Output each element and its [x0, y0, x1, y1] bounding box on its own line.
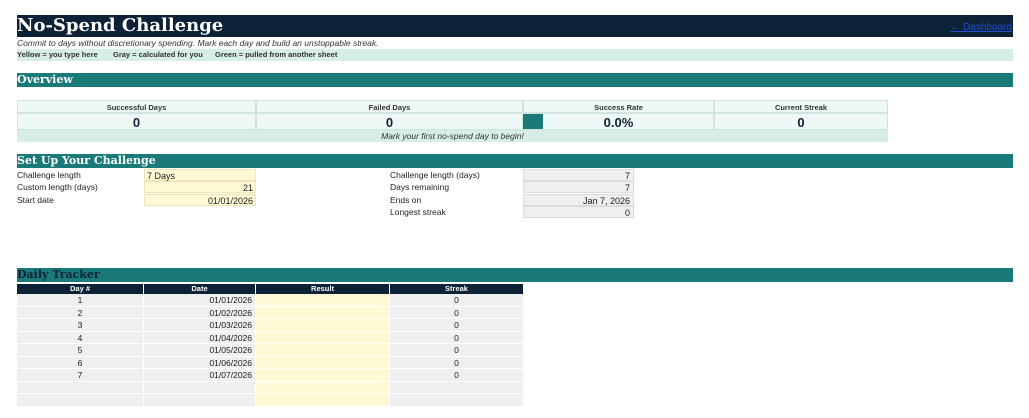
day-cell: 5	[17, 344, 144, 357]
kpi-label-success-rate: Success Rate	[523, 100, 714, 113]
tracker-section-bar	[17, 268, 1013, 282]
date-cell: 01/04/2026	[144, 331, 256, 344]
streak-cell	[390, 381, 523, 394]
setup-section-bar	[17, 154, 1013, 168]
kpi-value-success-rate: 0.0%	[523, 113, 714, 130]
col-header-date: Date	[144, 284, 256, 294]
day-cell: 1	[17, 294, 144, 307]
col-header-result: Result	[256, 284, 390, 294]
result-cell[interactable]	[256, 331, 390, 344]
legend-gray: Gray = calculated for you	[113, 50, 203, 59]
days-remaining-value: 7	[523, 181, 634, 193]
overview-message: Mark your first no-spend day to begin!	[17, 130, 888, 142]
day-cell: 2	[17, 306, 144, 319]
longest-streak-value: 0	[523, 206, 634, 218]
ends-on-value: Jan 7, 2026	[523, 194, 634, 206]
kpi-label-failed-days: Failed Days	[256, 100, 523, 113]
date-cell: 01/02/2026	[144, 306, 256, 319]
setup-title: Set Up Your Challenge	[17, 154, 156, 167]
date-cell: 01/07/2026	[144, 369, 256, 382]
challenge-length-label: Challenge length	[17, 170, 81, 180]
day-cell: 7	[17, 369, 144, 382]
day-cell: 3	[17, 319, 144, 332]
streak-cell: 0	[390, 369, 523, 382]
date-cell	[144, 394, 256, 407]
overview-title: Overview	[17, 73, 73, 86]
days-remaining-label: Days remaining	[390, 182, 450, 192]
kpi-value-failed-days: 0	[256, 113, 523, 130]
result-cell[interactable]	[256, 394, 390, 407]
legend-green: Green = pulled from another sheet	[215, 50, 338, 59]
streak-cell: 0	[390, 331, 523, 344]
streak-cell: 0	[390, 306, 523, 319]
streak-cell: 0	[390, 356, 523, 369]
streak-cell: 0	[390, 319, 523, 332]
kpi-label-current-streak: Current Streak	[714, 100, 888, 113]
ends-on-label: Ends on	[390, 195, 422, 205]
custom-length-input[interactable]: 21	[144, 181, 256, 193]
page-subtitle: Commit to days without discretionary spe…	[17, 38, 379, 48]
success-rate-swatch	[523, 114, 543, 129]
result-cell[interactable]	[256, 356, 390, 369]
result-cell[interactable]	[256, 369, 390, 382]
day-cell	[17, 381, 144, 394]
page-title: No-Spend Challenge	[17, 15, 224, 36]
kpi-value-successful-days: 0	[17, 113, 256, 130]
kpi-value-current-streak: 0	[714, 113, 888, 130]
calc-length-value: 7	[523, 169, 634, 181]
date-cell: 01/03/2026	[144, 319, 256, 332]
col-header-day: Day #	[17, 284, 144, 294]
overview-section-bar	[17, 73, 1013, 87]
date-cell: 01/05/2026	[144, 344, 256, 357]
streak-cell: 0	[390, 344, 523, 357]
start-date-input[interactable]: 01/01/2026	[144, 194, 256, 206]
streak-cell	[390, 394, 523, 407]
calc-length-label: Challenge length (days)	[390, 170, 480, 180]
streak-cell: 0	[390, 294, 523, 307]
result-cell[interactable]	[256, 306, 390, 319]
date-cell	[144, 381, 256, 394]
result-cell[interactable]	[256, 294, 390, 307]
custom-length-label: Custom length (days)	[17, 182, 98, 192]
challenge-length-select[interactable]: 7 Days	[144, 169, 256, 181]
date-cell: 01/01/2026	[144, 294, 256, 307]
date-cell: 01/06/2026	[144, 356, 256, 369]
legend-yellow: Yellow = you type here	[17, 50, 98, 59]
longest-streak-label: Longest streak	[390, 207, 446, 217]
day-cell: 4	[17, 331, 144, 344]
kpi-label-successful-days: Successful Days	[17, 100, 256, 113]
day-cell	[17, 394, 144, 407]
result-cell[interactable]	[256, 381, 390, 394]
day-cell: 6	[17, 356, 144, 369]
col-header-streak: Streak	[390, 284, 523, 294]
tracker-title: Daily Tracker	[17, 268, 100, 281]
start-date-label: Start date	[17, 195, 54, 205]
result-cell[interactable]	[256, 319, 390, 332]
result-cell[interactable]	[256, 344, 390, 357]
dashboard-link[interactable]: ← Dashboard	[950, 22, 1012, 33]
